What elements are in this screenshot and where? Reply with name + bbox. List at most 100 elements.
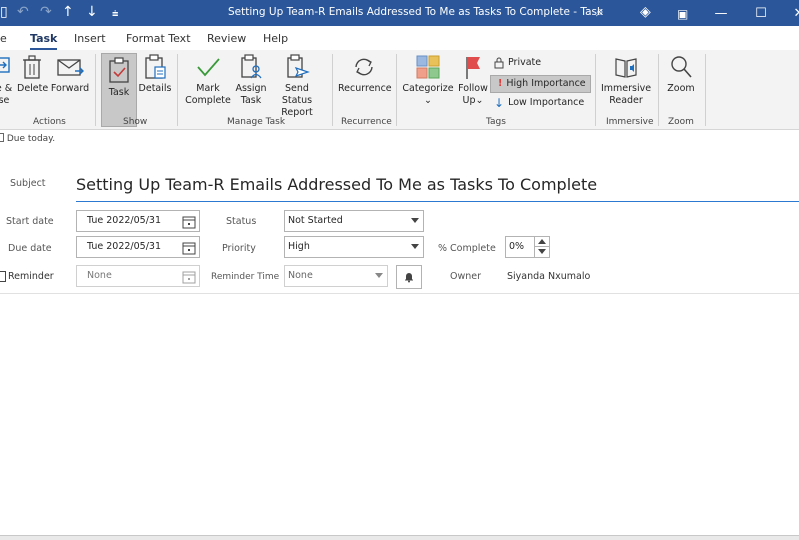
priority-label: Priority — [222, 243, 256, 254]
app-icon: ▯ — [0, 4, 8, 20]
next-item-icon[interactable]: ↓ — [86, 4, 98, 20]
zoom-group-label: Zoom — [668, 117, 694, 127]
immersive-group-label: Immersive — [606, 117, 654, 127]
assign-task-button[interactable]: Assign Task — [234, 54, 268, 107]
reminder-sound-button[interactable] — [396, 265, 422, 289]
taskbar-strip — [0, 535, 799, 540]
send-status-label-1: Send Status — [281, 83, 313, 106]
private-button[interactable]: Private — [494, 55, 541, 71]
start-date-label: Start date — [6, 216, 54, 227]
forward-button[interactable]: Forward — [50, 54, 90, 95]
task-view-label: Task — [108, 87, 130, 98]
separator — [705, 54, 706, 126]
lock-icon — [494, 57, 504, 69]
owner-value: Siyanda Nxumalo — [507, 271, 591, 282]
customize-toolbar-icon[interactable]: ⩧ — [112, 6, 118, 22]
recurrence-label: Recurrence — [338, 83, 392, 94]
redo-icon[interactable]: ↷ — [40, 4, 52, 20]
categorize-label: Categorize — [402, 83, 454, 94]
reminder-time-value: None — [288, 270, 313, 281]
divider — [0, 293, 799, 294]
envelope-forward-icon — [57, 59, 84, 76]
window-title: Setting Up Team-R Emails Addressed To Me… — [228, 6, 604, 18]
details-button[interactable]: Details — [138, 54, 172, 95]
info-icon — [0, 133, 4, 142]
high-importance-button[interactable]: ! High Importance — [490, 75, 591, 93]
calendar-icon[interactable] — [182, 240, 196, 259]
tab-task[interactable]: Task — [30, 32, 58, 51]
tab-file[interactable]: e — [0, 32, 7, 45]
percent-spinner[interactable] — [534, 237, 549, 257]
separator — [658, 54, 659, 126]
forward-label: Forward — [50, 83, 90, 94]
low-importance-button[interactable]: ↓ Low Importance — [494, 95, 584, 111]
search-icon[interactable]: ⌕ — [596, 4, 604, 20]
status-value: Not Started — [288, 215, 343, 226]
separator — [396, 54, 397, 126]
categorize-button[interactable]: Categorize ⌄ — [402, 54, 454, 107]
tab-insert[interactable]: Insert — [74, 32, 106, 45]
subject-label: Subject — [10, 178, 46, 189]
start-date-value: Tue 2022/05/31 — [87, 215, 162, 226]
info-bar: Due today. — [0, 133, 55, 144]
recurrence-group-label: Recurrence — [341, 117, 392, 127]
zoom-label: Zoom — [667, 83, 695, 94]
immersive-reader-button[interactable]: Immersive Reader — [600, 54, 652, 107]
tags-group-label: Tags — [486, 117, 506, 127]
due-today-text: Due today. — [6, 134, 56, 144]
tab-help[interactable]: Help — [263, 32, 288, 45]
high-importance-label: High Importance — [506, 78, 586, 89]
calendar-icon[interactable] — [182, 269, 196, 288]
subject-input[interactable]: Setting Up Team-R Emails Addressed To Me… — [76, 172, 799, 202]
magnifier-icon — [671, 56, 692, 78]
spin-up-icon[interactable] — [535, 237, 549, 247]
arrow-down-icon: ↓ — [494, 96, 505, 110]
close-icon[interactable]: ✕ — [776, 0, 799, 26]
send-status-report-button[interactable]: Send Status Report — [270, 54, 324, 119]
zoom-button[interactable]: Zoom — [662, 54, 700, 95]
separator — [95, 54, 96, 126]
chevron-down-icon — [411, 218, 419, 223]
exclamation-icon: ! — [498, 78, 503, 89]
undo-icon[interactable]: ↶ — [17, 4, 29, 20]
ribbon: e & se Delete Forward Actions Task — [0, 50, 799, 130]
ribbon-tabs: e Task Insert Format Text Review Help — [0, 26, 799, 51]
task-view-button[interactable]: Task — [101, 53, 137, 127]
actions-group-label: Actions — [33, 117, 66, 127]
send-report-icon — [287, 54, 310, 78]
previous-item-icon[interactable]: ↑ — [62, 4, 74, 20]
tab-format-text[interactable]: Format Text — [126, 32, 191, 45]
status-dropdown[interactable]: Not Started — [284, 210, 424, 232]
delete-button[interactable]: Delete — [17, 54, 48, 95]
recurrence-icon — [355, 58, 373, 76]
title-bar: ▯ ↶ ↷ ↑ ↓ ⩧ Setting Up Team-R Emails Add… — [0, 0, 799, 26]
owner-label: Owner — [450, 271, 482, 282]
reminder-time-dropdown[interactable]: None — [284, 265, 388, 287]
categorize-icon — [416, 55, 440, 79]
recurrence-button[interactable]: Recurrence — [338, 54, 392, 95]
clipboard-check-icon — [109, 57, 129, 83]
diamond-icon[interactable]: ◈ — [640, 4, 651, 20]
details-label: Details — [138, 83, 172, 94]
spin-down-icon[interactable] — [535, 247, 549, 257]
tab-review[interactable]: Review — [207, 32, 246, 45]
send-status-label-2: Report — [281, 107, 313, 118]
reminder-date-value: None — [87, 270, 112, 281]
separator — [332, 54, 333, 126]
clipboard-details-icon — [145, 54, 166, 79]
separator — [177, 54, 178, 126]
chevron-down-icon — [411, 244, 419, 249]
calendar-icon[interactable] — [182, 214, 196, 233]
percent-complete-label: % Complete — [438, 243, 496, 254]
follow-up-button[interactable]: Follow Up⌄ — [456, 54, 490, 107]
mark-complete-button[interactable]: Mark Complete — [184, 54, 232, 107]
checkmark-icon — [197, 58, 220, 77]
priority-dropdown[interactable]: High — [284, 236, 424, 258]
reminder-checkbox[interactable] — [0, 271, 6, 282]
immersive-reader-label-1: Immersive — [600, 83, 652, 94]
mark-complete-label-2: Complete — [185, 95, 231, 106]
assign-task-label-2: Task — [240, 95, 262, 106]
manage-task-group-label: Manage Task — [227, 117, 286, 127]
save-close-button[interactable]: e & se — [0, 54, 14, 107]
ribbon-display-icon[interactable]: ▣ — [677, 6, 688, 22]
